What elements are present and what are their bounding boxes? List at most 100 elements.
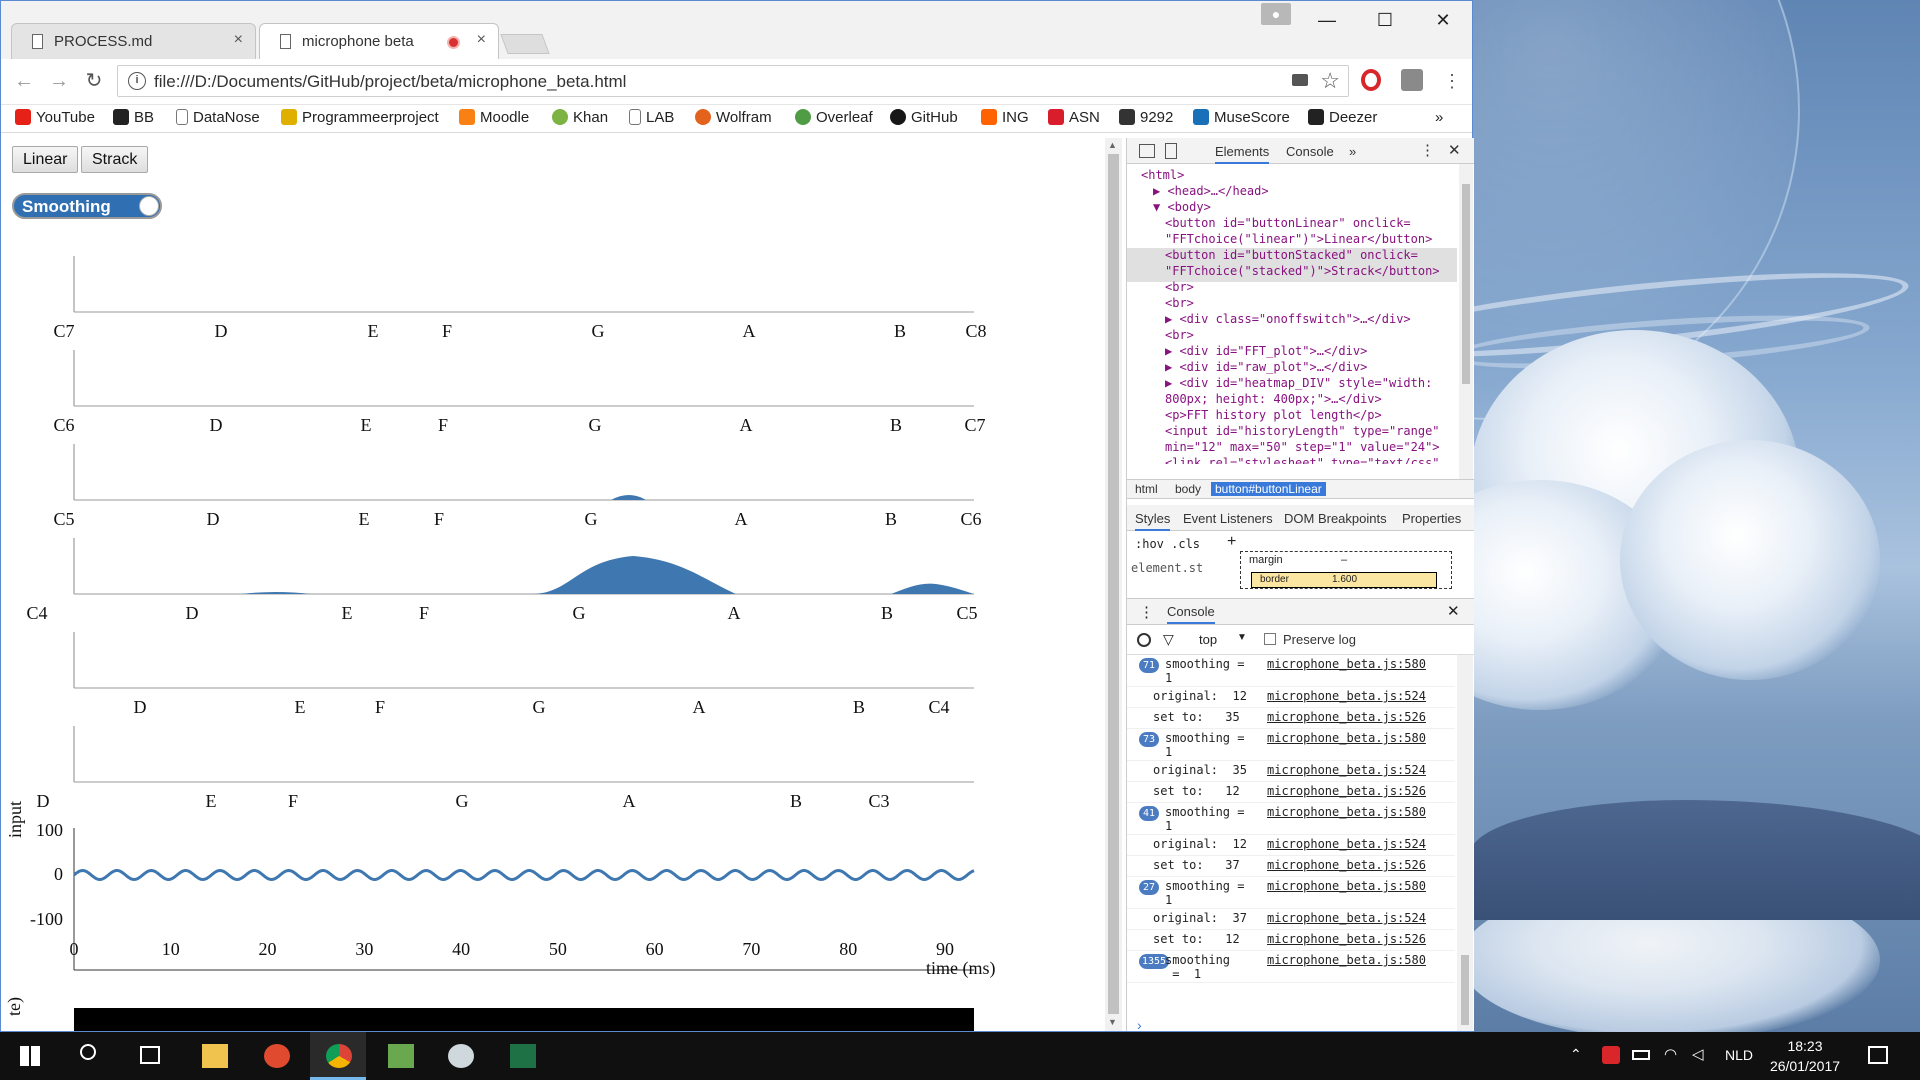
- crumb-body[interactable]: body: [1171, 482, 1205, 496]
- log-source-link[interactable]: microphone_beta.js:526: [1267, 784, 1426, 798]
- clock[interactable]: 18:23 26/01/2017: [1760, 1036, 1850, 1076]
- address-bar[interactable]: i file:///D:/Documents/GitHub/project/be…: [117, 65, 1349, 97]
- close-icon[interactable]: ✕: [1447, 602, 1460, 620]
- console-drawer-tab[interactable]: Console: [1167, 604, 1215, 624]
- log-source-link[interactable]: microphone_beta.js:580: [1267, 657, 1426, 671]
- tab-elements[interactable]: Elements: [1215, 144, 1270, 164]
- info-icon[interactable]: i: [128, 72, 146, 90]
- language-indicator[interactable]: NLD: [1725, 1047, 1753, 1063]
- dom-node-line[interactable]: <html>: [1141, 168, 1184, 182]
- bookmark-programmeerproject[interactable]: Programmeerproject: [281, 109, 439, 126]
- forward-arrow-icon[interactable]: →: [46, 68, 72, 94]
- taskbar-excel[interactable]: [494, 1032, 550, 1080]
- context-select[interactable]: top: [1199, 632, 1217, 647]
- dom-node-line[interactable]: <button id="buttonLinear" onclick=: [1165, 216, 1411, 230]
- preserve-log-checkbox[interactable]: [1264, 633, 1276, 645]
- log-source-link[interactable]: microphone_beta.js:524: [1267, 763, 1426, 777]
- tab-properties[interactable]: Properties: [1402, 511, 1461, 526]
- page-scrollbar[interactable]: ▲ ▼: [1105, 138, 1122, 1031]
- star-icon[interactable]: ☆: [1320, 68, 1340, 94]
- log-source-link[interactable]: microphone_beta.js:524: [1267, 911, 1426, 925]
- menu-kebab-icon[interactable]: ⋮: [1439, 68, 1465, 94]
- minimize-button[interactable]: —: [1298, 5, 1356, 35]
- bookmark-youtube[interactable]: YouTube: [15, 109, 95, 126]
- scroll-down-arrow[interactable]: ▼: [1108, 1017, 1117, 1027]
- styles-filter[interactable]: :hov .cls: [1135, 537, 1200, 551]
- taskbar-app[interactable]: [432, 1032, 488, 1080]
- new-tab-button[interactable]: [500, 34, 550, 54]
- show-hidden-icons-chevron[interactable]: ⌃: [1570, 1046, 1582, 1063]
- tab-process-md[interactable]: PROCESS.md ×: [11, 23, 256, 59]
- tab-dom-breakpoints[interactable]: DOM Breakpoints: [1284, 511, 1387, 526]
- more-tabs-chevron[interactable]: »: [1349, 144, 1356, 159]
- clear-console-icon[interactable]: [1137, 633, 1151, 647]
- dom-node-line[interactable]: "FFTchoice("linear")">Linear</button>: [1165, 232, 1432, 246]
- dom-node-line[interactable]: ▼ <body>: [1153, 200, 1211, 214]
- dom-node-line[interactable]: <button id="buttonStacked" onclick=: [1165, 248, 1418, 262]
- scrollbar-thumb[interactable]: [1461, 955, 1469, 1025]
- taskbar-ccleaner[interactable]: [248, 1032, 304, 1080]
- log-source-link[interactable]: microphone_beta.js:580: [1267, 731, 1426, 745]
- crumb-button[interactable]: button#buttonLinear: [1211, 482, 1326, 496]
- notification-center-icon[interactable]: [1868, 1046, 1888, 1064]
- console-scrollbar[interactable]: [1457, 655, 1473, 1031]
- log-source-link[interactable]: microphone_beta.js:524: [1267, 689, 1426, 703]
- dom-node-line[interactable]: <br>: [1165, 280, 1194, 294]
- tab-microphone-beta[interactable]: microphone beta ×: [259, 23, 499, 59]
- dom-node-line[interactable]: "FFTchoice("stacked")">Strack</button>: [1165, 264, 1440, 278]
- tray-app-icon[interactable]: [1602, 1046, 1620, 1064]
- log-source-link[interactable]: microphone_beta.js:524: [1267, 837, 1426, 851]
- devtools-menu-kebab-icon[interactable]: ⋮: [1420, 141, 1435, 159]
- extension-icon[interactable]: [1401, 69, 1423, 91]
- dom-node-line[interactable]: ▶ <div class="onoffswitch">…</div>: [1165, 312, 1411, 326]
- reload-icon[interactable]: ↻: [81, 68, 107, 94]
- add-rule-icon[interactable]: +: [1227, 533, 1236, 551]
- bookmarks-overflow-chevron[interactable]: »: [1435, 109, 1443, 126]
- dom-node-line[interactable]: ▶ <head>…</head>: [1153, 184, 1269, 198]
- bookmark-ing[interactable]: ING: [981, 109, 1029, 126]
- dom-node-line[interactable]: min="12" max="50" step="1" value="24">: [1165, 440, 1440, 454]
- bookmark-9292[interactable]: 9292: [1119, 109, 1173, 126]
- taskbar-notepad[interactable]: [372, 1032, 428, 1080]
- back-arrow-icon[interactable]: ←: [11, 68, 37, 94]
- dom-node-line[interactable]: ▶ <div id="heatmap_DIV" style="width:: [1165, 376, 1432, 390]
- log-source-link[interactable]: microphone_beta.js:580: [1267, 953, 1426, 967]
- dom-node-line[interactable]: <link rel="stylesheet" type="text/css": [1165, 456, 1440, 464]
- bookmark-bb[interactable]: BB: [113, 109, 154, 126]
- log-source-link[interactable]: microphone_beta.js:580: [1267, 805, 1426, 819]
- inspect-element-icon[interactable]: [1139, 144, 1155, 158]
- scroll-up-arrow[interactable]: ▲: [1108, 140, 1117, 150]
- log-source-link[interactable]: microphone_beta.js:526: [1267, 932, 1426, 946]
- log-source-link[interactable]: microphone_beta.js:526: [1267, 858, 1426, 872]
- bookmark-github[interactable]: GitHub: [890, 109, 958, 126]
- device-toolbar-icon[interactable]: [1165, 143, 1177, 159]
- scrollbar-thumb[interactable]: [1108, 154, 1119, 1014]
- close-window-button[interactable]: ✕: [1414, 5, 1472, 35]
- taskbar-file-explorer[interactable]: [186, 1032, 242, 1080]
- tab-styles[interactable]: Styles: [1135, 511, 1171, 531]
- bookmark-deezer[interactable]: Deezer: [1308, 109, 1377, 126]
- dom-scrollbar[interactable]: [1459, 164, 1473, 479]
- bookmark-overleaf[interactable]: Overleaf: [795, 109, 873, 126]
- dom-node-line[interactable]: <br>: [1165, 328, 1194, 342]
- tab-event-listeners[interactable]: Event Listeners: [1183, 511, 1273, 526]
- volume-icon[interactable]: ◁: [1692, 1045, 1704, 1063]
- camera-icon[interactable]: [1292, 74, 1308, 86]
- log-source-link[interactable]: microphone_beta.js:526: [1267, 710, 1426, 724]
- bookmark-datanose[interactable]: DataNose: [176, 109, 260, 126]
- dom-node-line[interactable]: <br>: [1165, 296, 1194, 310]
- dom-node-line[interactable]: ▶ <div id="raw_plot">…</div>: [1165, 360, 1367, 374]
- console-prompt[interactable]: ›: [1137, 1017, 1142, 1033]
- close-icon[interactable]: ×: [234, 31, 243, 49]
- bookmark-asn[interactable]: ASN: [1048, 109, 1100, 126]
- bookmark-wolfram[interactable]: Wolfram: [695, 109, 772, 126]
- start-button[interactable]: [0, 1032, 56, 1080]
- taskbar-chrome[interactable]: [310, 1032, 366, 1080]
- battery-icon[interactable]: [1632, 1050, 1650, 1060]
- filter-icon[interactable]: ▽: [1163, 631, 1174, 648]
- dom-node-line[interactable]: <p>FFT history plot length</p>: [1165, 408, 1382, 422]
- task-view-button[interactable]: [122, 1032, 178, 1080]
- tab-console[interactable]: Console: [1286, 144, 1334, 159]
- bookmark-musescore[interactable]: MuseScore: [1193, 109, 1290, 126]
- log-source-link[interactable]: microphone_beta.js:580: [1267, 879, 1426, 893]
